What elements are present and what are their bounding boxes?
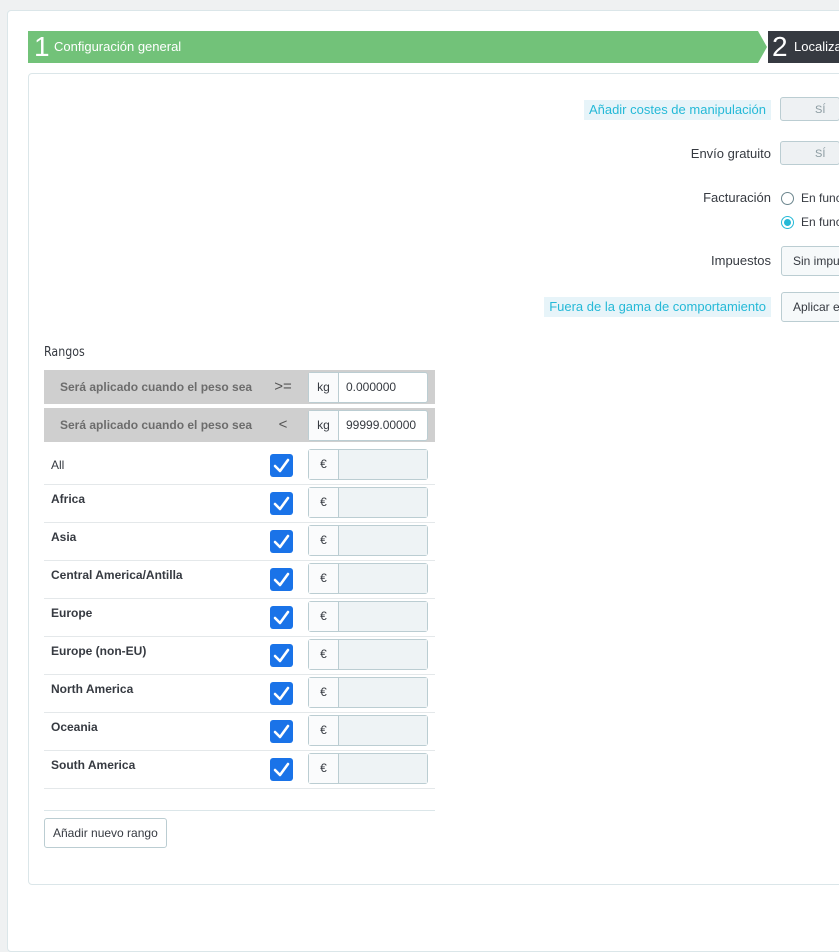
zone-price-input[interactable] bbox=[339, 716, 427, 745]
zone-row: Asia € bbox=[44, 522, 435, 561]
ranges-divider bbox=[44, 810, 435, 811]
currency-addon: € bbox=[309, 602, 339, 631]
step-number: 2 bbox=[772, 31, 788, 62]
zone-price-input-group: € bbox=[308, 525, 428, 556]
range-to-input-group: kg 99999.00000 bbox=[308, 410, 428, 441]
wizard-step-arrow bbox=[758, 31, 767, 63]
taxes-select[interactable]: Sin impu bbox=[781, 246, 839, 276]
zone-price-input[interactable] bbox=[339, 488, 427, 517]
handling-costs-label: Añadir costes de manipulación bbox=[583, 100, 771, 120]
step-label: Localiza bbox=[794, 39, 839, 54]
range-to-input[interactable]: 99999.00000 bbox=[346, 411, 416, 440]
currency-addon: € bbox=[309, 716, 339, 745]
zone-price-input-group: € bbox=[308, 601, 428, 632]
wizard-step-2[interactable]: 2 Localiza bbox=[768, 31, 839, 63]
zone-row: Africa € bbox=[44, 484, 435, 523]
zone-name: Asia bbox=[51, 530, 77, 544]
zone-checkbox[interactable] bbox=[270, 720, 293, 743]
zone-price-input-group: € bbox=[308, 715, 428, 746]
zone-price-input[interactable] bbox=[339, 640, 427, 669]
range-from-row: Será aplicado cuando el peso sea >= kg 0… bbox=[44, 370, 435, 404]
zone-checkbox[interactable] bbox=[270, 644, 293, 667]
zone-checkbox[interactable] bbox=[270, 492, 293, 515]
out-of-range-label: Fuera de la gama de comportamiento bbox=[544, 297, 771, 317]
currency-addon: € bbox=[309, 450, 339, 479]
currency-addon: € bbox=[309, 488, 339, 517]
handling-costs-switch[interactable]: SÍ bbox=[780, 97, 839, 121]
currency-addon: € bbox=[309, 754, 339, 783]
free-shipping-label: Envío gratuito bbox=[690, 146, 771, 161]
currency-addon: € bbox=[309, 564, 339, 593]
step-number: 1 bbox=[34, 31, 50, 62]
taxes-label: Impuestos bbox=[711, 253, 771, 268]
zone-checkbox[interactable] bbox=[270, 606, 293, 629]
zone-checkbox[interactable] bbox=[270, 682, 293, 705]
zone-price-input[interactable] bbox=[339, 678, 427, 707]
wizard-step-1[interactable]: 1 Configuración general bbox=[28, 31, 758, 63]
zone-name: Africa bbox=[51, 492, 86, 506]
zone-row: Central America/Antilla € bbox=[44, 560, 435, 599]
zone-price-input-group: € bbox=[308, 677, 428, 708]
zone-row: Europe (non-EU) € bbox=[44, 636, 435, 675]
zone-name: Oceania bbox=[51, 720, 98, 734]
zone-price-input-group: € bbox=[308, 449, 428, 480]
range-to-row: Será aplicado cuando el peso sea < kg 99… bbox=[44, 408, 435, 442]
currency-addon: € bbox=[309, 640, 339, 669]
free-shipping-switch[interactable]: SÍ bbox=[780, 141, 839, 165]
zone-checkbox[interactable] bbox=[270, 454, 293, 477]
billing-label: Facturación bbox=[703, 190, 771, 205]
zone-name: South America bbox=[51, 758, 136, 772]
range-to-operator: < bbox=[278, 416, 288, 433]
range-to-label: Será aplicado cuando el peso sea bbox=[60, 418, 253, 432]
add-range-button[interactable]: Añadir nuevo rango bbox=[44, 818, 167, 848]
zone-checkbox[interactable] bbox=[270, 568, 293, 591]
unit-addon: kg bbox=[309, 411, 339, 440]
zone-row: South America € bbox=[44, 750, 435, 789]
billing-radio-1[interactable] bbox=[781, 192, 794, 205]
zone-row: North America € bbox=[44, 674, 435, 713]
unit-addon: kg bbox=[309, 373, 339, 402]
ranges-title: Rangos bbox=[44, 345, 85, 360]
zone-price-input[interactable] bbox=[339, 450, 427, 479]
range-from-input[interactable]: 0.000000 bbox=[346, 373, 396, 402]
zone-price-input[interactable] bbox=[339, 602, 427, 631]
range-from-label: Será aplicado cuando el peso sea bbox=[60, 380, 253, 394]
currency-addon: € bbox=[309, 526, 339, 555]
zone-row: All € bbox=[44, 446, 435, 485]
zone-name: Europe bbox=[51, 606, 93, 620]
zone-name: Europe (non-EU) bbox=[51, 644, 147, 658]
zone-row: Europe € bbox=[44, 598, 435, 637]
zone-row: Oceania € bbox=[44, 712, 435, 751]
out-of-range-select[interactable]: Aplicar e bbox=[781, 292, 839, 322]
zone-price-input[interactable] bbox=[339, 564, 427, 593]
billing-option-1-label: En func bbox=[801, 191, 839, 205]
zone-name: Central America/Antilla bbox=[51, 568, 183, 582]
zone-price-input-group: € bbox=[308, 639, 428, 670]
zone-price-input[interactable] bbox=[339, 754, 427, 783]
zone-price-input-group: € bbox=[308, 563, 428, 594]
step-label: Configuración general bbox=[54, 39, 182, 54]
billing-radio-2[interactable] bbox=[781, 216, 794, 229]
billing-option-2-label: En func bbox=[801, 215, 839, 229]
zone-checkbox[interactable] bbox=[270, 530, 293, 553]
zone-price-input[interactable] bbox=[339, 526, 427, 555]
zone-name: North America bbox=[51, 682, 134, 696]
zone-price-input-group: € bbox=[308, 487, 428, 518]
zone-price-input-group: € bbox=[308, 753, 428, 784]
range-from-operator: >= bbox=[274, 378, 292, 395]
currency-addon: € bbox=[309, 678, 339, 707]
zone-checkbox[interactable] bbox=[270, 758, 293, 781]
zone-name: All bbox=[51, 458, 65, 472]
range-from-input-group: kg 0.000000 bbox=[308, 372, 428, 403]
